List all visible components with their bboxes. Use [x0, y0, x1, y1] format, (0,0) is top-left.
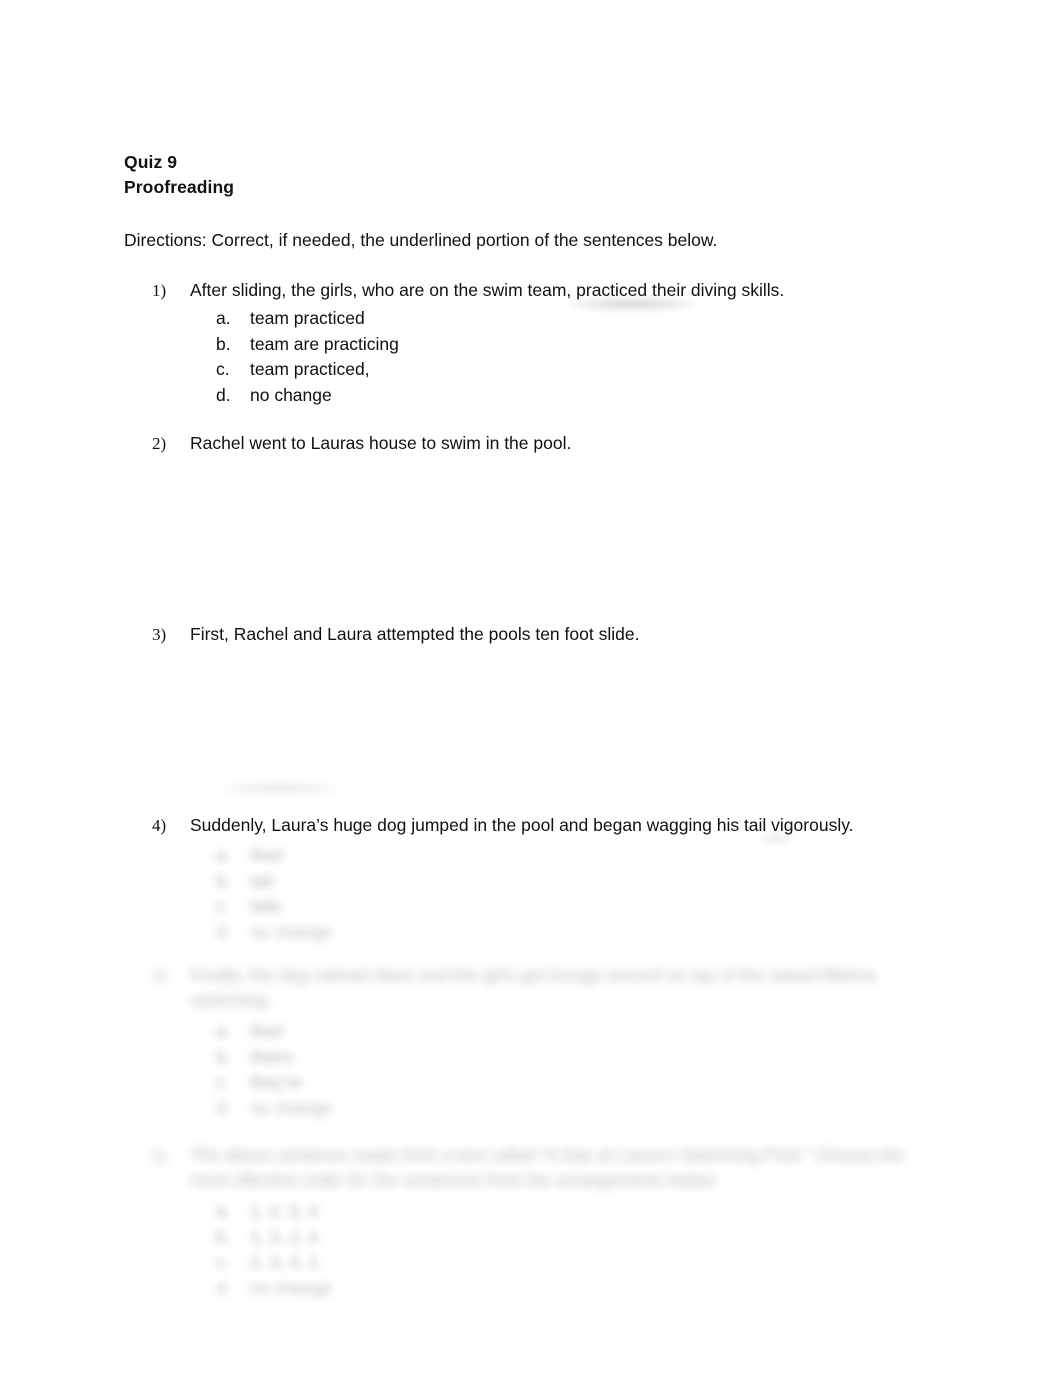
question-3-number: 3)	[152, 625, 167, 644]
option-letter: d.	[216, 1097, 231, 1118]
option-row: b. 1, 3, 2, 4	[216, 1225, 332, 1251]
option-row: a. team practiced	[216, 306, 399, 332]
option-row: b. theirs	[216, 1045, 332, 1071]
option-row: d. no change	[216, 383, 399, 409]
question-4: 4) Suddenly, Laura’s huge dog jumped in …	[152, 813, 854, 838]
question-5: 5) Finally, the dog calmed down and the …	[152, 963, 960, 1013]
question-4-number: 4)	[152, 816, 167, 835]
option-letter: a.	[216, 845, 231, 865]
option-text[interactable]: team practiced	[250, 306, 365, 332]
option-letter: a.	[216, 308, 231, 328]
option-text[interactable]: their	[250, 843, 284, 869]
option-text[interactable]: 2, 3, 4, 1	[250, 1250, 318, 1276]
option-letter: d.	[216, 1277, 231, 1298]
question-1-options: a. team practiced b. team are practicing…	[216, 306, 399, 408]
option-row: a. their	[216, 1019, 332, 1045]
directions-text: Directions: Correct, if needed, the unde…	[124, 230, 718, 250]
question-6-text: The above sentence reads from a text cal…	[190, 1145, 905, 1190]
option-text[interactable]: they’re	[250, 1070, 303, 1096]
option-letter: a.	[216, 1201, 231, 1221]
question-2: 2) Rachel went to Lauras house to swim i…	[152, 431, 571, 456]
option-letter: c.	[216, 1252, 230, 1272]
option-letter: b.	[216, 333, 231, 354]
option-text[interactable]: no change	[250, 920, 332, 946]
option-row: c. tails	[216, 894, 332, 920]
question-6-options: a. 1, 2, 3, 4 b. 1, 3, 2, 4 c. 2, 3, 4, …	[216, 1199, 332, 1301]
option-row: c. team practiced,	[216, 357, 399, 383]
question-6: 6) The above sentence reads from a text …	[152, 1143, 912, 1193]
quiz-subtitle: Proofreading	[124, 177, 235, 197]
question-4-text: Suddenly, Laura’s huge dog jumped in the…	[190, 815, 854, 835]
option-row: d. no change	[216, 920, 332, 946]
question-3-text: First, Rachel and Laura attempted the po…	[190, 624, 640, 644]
question-5-options: a. their b. theirs c. they’re d. no chan…	[216, 1019, 332, 1121]
option-row: d. no change	[216, 1276, 332, 1302]
option-text[interactable]: their	[250, 1019, 284, 1045]
option-letter: c.	[216, 896, 230, 916]
question-5-number: 5)	[152, 966, 167, 985]
option-row: c. they’re	[216, 1070, 332, 1096]
option-text[interactable]: no change	[250, 1276, 332, 1302]
option-text[interactable]: team are practicing	[250, 332, 399, 358]
faded-line-smudge	[212, 781, 348, 796]
option-letter: c.	[216, 1072, 230, 1092]
document-heading: Quiz 9 Proofreading	[124, 150, 234, 200]
option-letter: b.	[216, 870, 231, 891]
question-1-number: 1)	[152, 281, 167, 300]
question-3: 3) First, Rachel and Laura attempted the…	[152, 622, 639, 647]
option-row: a. 1, 2, 3, 4	[216, 1199, 332, 1225]
option-letter: b.	[216, 1226, 231, 1247]
option-text[interactable]: theirs	[250, 1045, 293, 1071]
option-row: a. their	[216, 843, 332, 869]
option-row: d. no change	[216, 1096, 332, 1122]
option-text[interactable]: tail	[250, 869, 272, 895]
option-letter: b.	[216, 1046, 231, 1067]
option-row: b. tail	[216, 869, 332, 895]
question-1: 1) After sliding, the girls, who are on …	[152, 278, 784, 303]
option-row: b. team are practicing	[216, 332, 399, 358]
question-2-number: 2)	[152, 434, 167, 453]
document-page: Quiz 9 Proofreading Directions: Correct,…	[0, 0, 1062, 1377]
option-letter: d.	[216, 921, 231, 942]
option-text[interactable]: 1, 2, 3, 4	[250, 1199, 318, 1225]
option-text[interactable]: 1, 3, 2, 4	[250, 1225, 318, 1251]
option-letter: d.	[216, 384, 231, 405]
option-text[interactable]: team practiced,	[250, 357, 370, 383]
option-letter: c.	[216, 359, 230, 379]
option-text[interactable]: tails	[250, 894, 281, 920]
option-letter: a.	[216, 1021, 231, 1041]
question-5-text: Finally, the dog calmed down and the gir…	[190, 965, 877, 1010]
question-4-options: a. their b. tail c. tails d. no change	[216, 843, 332, 945]
option-text[interactable]: no change	[250, 383, 332, 409]
quiz-title: Quiz 9	[124, 152, 178, 172]
question-1-text: After sliding, the girls, who are on the…	[190, 280, 785, 300]
option-text[interactable]: no change	[250, 1096, 332, 1122]
question-6-number: 6)	[152, 1146, 167, 1165]
option-row: c. 2, 3, 4, 1	[216, 1250, 332, 1276]
question-2-text: Rachel went to Lauras house to swim in t…	[190, 433, 572, 453]
